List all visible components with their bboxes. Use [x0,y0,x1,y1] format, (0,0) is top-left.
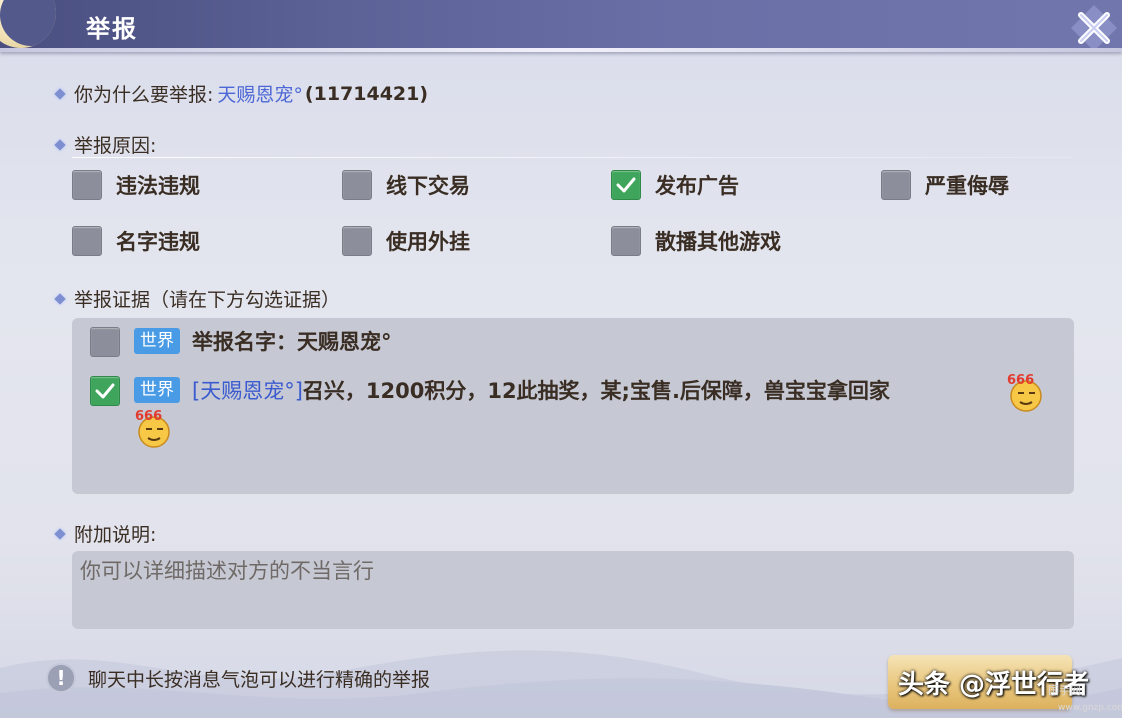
evidence-text: 举报名字：天赐恩宠° [192,330,392,354]
checkbox[interactable] [881,170,911,200]
reasons-heading: 举报原因: [74,135,157,157]
reason-label: 名字违规 [116,230,200,254]
note-input[interactable] [72,551,1074,629]
moon-decoration [0,0,56,48]
tip-text: 聊天中长按消息气泡可以进行精确的举报 [88,668,431,691]
reason-option-cheating[interactable]: 使用外挂 [342,226,470,256]
reason-label: 发布广告 [655,174,739,198]
bullet-icon [54,292,66,305]
checkbox[interactable] [72,226,102,256]
close-button[interactable] [1066,0,1122,56]
message-text: 召兴，1200积分，12此抽奖，某;宝售.后保障，兽宝宝拿回家 [302,379,890,403]
evidence-message: [天赐恩宠°]召兴，1200积分，12此抽奖，某;宝售.后保障，兽宝宝拿回家 [192,376,890,406]
report-target-name: 天赐恩宠° [217,84,303,106]
reason-label: 线下交易 [386,174,470,198]
reason-option-offline-trade[interactable]: 线下交易 [342,170,470,200]
reason-label: 严重侮辱 [925,174,1009,198]
checkbox[interactable] [611,226,641,256]
reason-option-advertising[interactable]: 发布广告 [611,170,739,200]
checkbox[interactable] [72,170,102,200]
checkbox[interactable] [342,170,372,200]
bullet-icon [54,138,66,151]
emoji-text: 666 [135,409,162,424]
dialog-title: 举报 [86,15,138,43]
report-target-row: 你为什么要举报: 天赐恩宠° (11714421) [54,80,429,107]
evidence-heading: 举报证据（请在下方勾选证据） [74,289,341,311]
note-heading: 附加说明: [74,524,157,546]
reasons-heading-row: 举报原因: [54,131,157,158]
checkbox-checked[interactable] [90,376,120,406]
reason-label: 违法违规 [116,174,200,198]
watermark-url: www.gnzp.com [1058,703,1122,713]
reason-label: 使用外挂 [386,230,470,254]
info-icon: ! [46,663,76,693]
emoji-666-icon: 666 [1007,373,1042,412]
evidence-heading-row: 举报证据（请在下方勾选证据） [54,285,341,312]
checkbox-checked[interactable] [611,170,641,200]
evidence-item[interactable]: 世界 [天赐恩宠°]召兴，1200积分，12此抽奖，某;宝售.后保障，兽宝宝拿回… [90,376,1060,406]
checkmark-icon [616,177,636,193]
checkmark-icon [95,383,115,399]
bullet-icon [54,527,66,540]
reason-label: 散播其他游戏 [655,230,781,254]
footer-tip: ! 聊天中长按消息气泡可以进行精确的举报 [46,663,430,693]
checkbox[interactable] [342,226,372,256]
emoji-666-icon: 666 [135,409,170,448]
reason-option-name-violation[interactable]: 名字违规 [72,226,200,256]
reason-option-other-games[interactable]: 散播其他游戏 [611,226,781,256]
watermark-site: 国手网 [1048,684,1081,697]
close-icon [1071,5,1117,51]
note-heading-row: 附加说明: [54,520,157,547]
divider [72,157,1072,158]
emoji-text: 666 [1007,373,1034,388]
sender-name: [天赐恩宠°] [192,379,303,403]
bullet-icon [54,87,66,100]
evidence-item[interactable]: 世界 举报名字：天赐恩宠° [90,327,392,357]
report-target-id: (11714421) [304,82,429,105]
reason-option-illegal[interactable]: 违法违规 [72,170,200,200]
reason-option-insult[interactable]: 严重侮辱 [881,170,1009,200]
channel-tag: 世界 [134,328,180,354]
report-target-prompt: 你为什么要举报: [74,84,214,106]
title-bar: 举报 [0,0,1122,52]
checkbox[interactable] [90,327,120,357]
channel-tag: 世界 [134,377,180,403]
